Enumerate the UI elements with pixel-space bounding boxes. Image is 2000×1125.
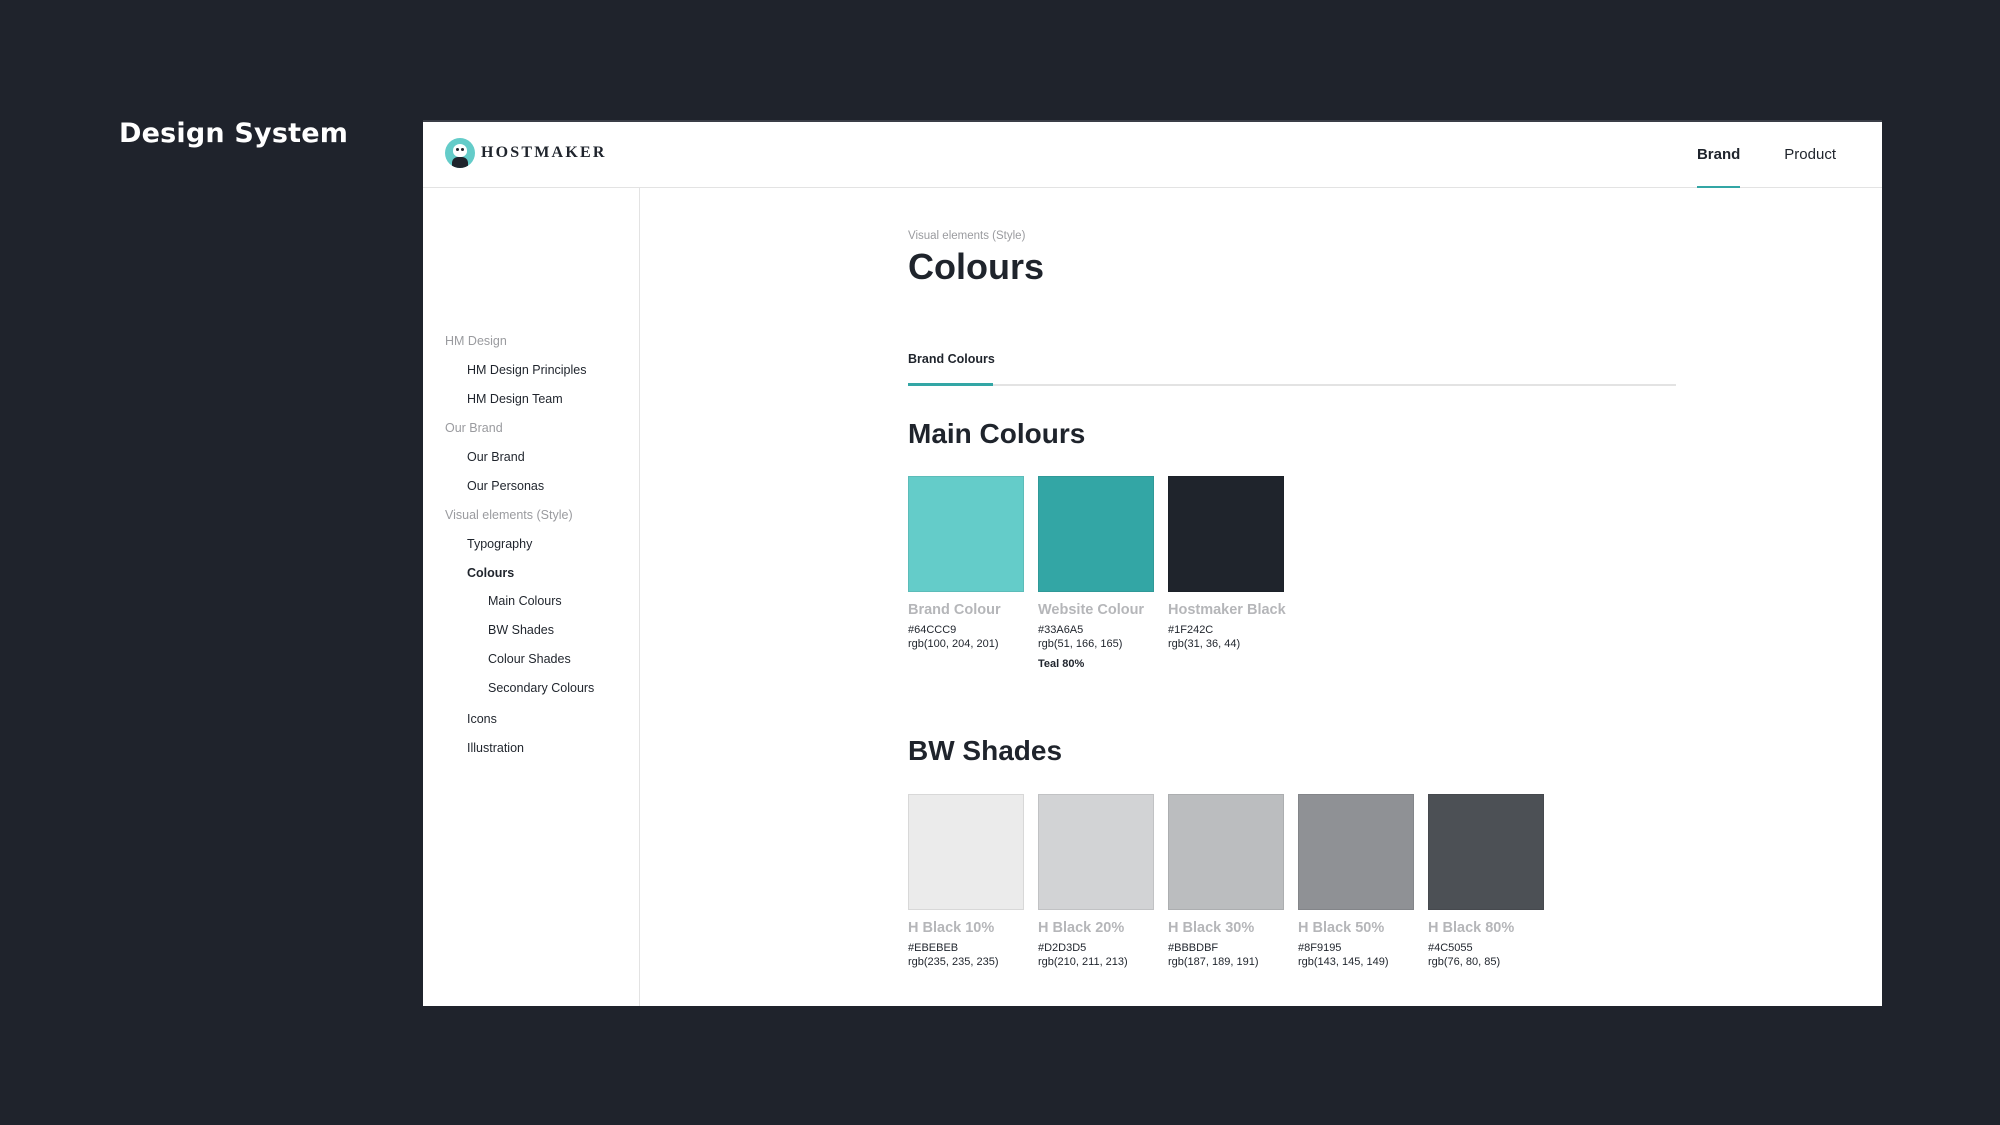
swatch-hex: #1F242C [1168,624,1214,636]
swatch-note: Teal 80% [1038,658,1085,670]
swatch-name: H Black 30% [1168,920,1255,936]
design-system-window: HOSTMAKER Brand Product HM Design HM Des… [423,120,1882,1006]
swatch-website-colour: Website Colour #33A6A5 rgb(51, 166, 165)… [1038,476,1154,670]
logo-text: HOSTMAKER [481,144,607,161]
sidebar-item-hm-design-team[interactable]: HM Design Team [467,392,563,406]
swatch-hex: #8F9195 [1298,942,1342,954]
tabs-divider [908,384,1676,386]
swatch-name: Website Colour [1038,602,1145,618]
content-heading: Colours [908,246,1045,287]
swatch-name: H Black 50% [1298,920,1385,936]
swatch-name: H Black 80% [1428,920,1515,936]
swatch-rgb: rgb(143, 145, 149) [1298,956,1389,968]
sidebar-group-visual-elements[interactable]: Visual elements (Style) [445,508,573,522]
main-colours-row: Brand Colour #64CCC9 rgb(100, 204, 201) … [908,476,1298,670]
swatch-h-black-10: H Black 10% #EBEBEB rgb(235, 235, 235) [908,794,1024,968]
swatch-rgb: rgb(31, 36, 44) [1168,638,1241,650]
sidebar-item-our-personas[interactable]: Our Personas [467,479,544,493]
sidebar: HM Design HM Design Principles HM Design… [423,188,640,1006]
swatch-h-black-50: H Black 50% #8F9195 rgb(143, 145, 149) [1298,794,1414,968]
hostmaker-logo[interactable]: HOSTMAKER [445,138,607,168]
swatch-h-black-80: H Black 80% #4C5055 rgb(76, 80, 85) [1428,794,1544,968]
sidebar-subitem-colour-shades[interactable]: Colour Shades [488,652,571,666]
swatch-hex: #4C5055 [1428,942,1473,954]
sidebar-group-our-brand[interactable]: Our Brand [445,421,503,435]
colour-swatch [908,794,1024,910]
swatch-rgb: rgb(210, 211, 213) [1038,956,1128,968]
swatch-hex: #33A6A5 [1038,624,1084,636]
swatch-hex: #BBBDBF [1168,942,1219,954]
logo-mascot-icon [445,138,475,168]
sidebar-group-hm-design[interactable]: HM Design [445,334,507,348]
nav-brand[interactable]: Brand [1696,122,1741,188]
swatch-hex: #64CCC9 [908,624,957,636]
swatch-name: Hostmaker Black [1168,602,1286,618]
section-title-bw-shades: BW Shades [908,735,1063,766]
swatch-h-black-30: H Black 30% #BBBDBF rgb(187, 189, 191) [1168,794,1284,968]
swatch-rgb: rgb(76, 80, 85) [1428,956,1501,968]
swatch-hex: #EBEBEB [908,942,959,954]
colour-swatch [1168,476,1284,592]
swatch-rgb: rgb(187, 189, 191) [1168,956,1259,968]
breadcrumb[interactable]: Visual elements (Style) [908,230,1025,242]
sidebar-subitem-bw-shades[interactable]: BW Shades [488,623,554,637]
swatch-rgb: rgb(235, 235, 235) [908,956,999,968]
colour-swatch [1298,794,1414,910]
sidebar-item-icons[interactable]: Icons [467,712,497,726]
tab-brand-colours[interactable]: Brand Colours [908,352,995,366]
colour-swatch [908,476,1024,592]
sidebar-item-colours[interactable]: Colours [467,566,514,580]
sidebar-item-illustration[interactable]: Illustration [467,741,524,755]
colour-swatch [1428,794,1544,910]
colour-swatch [1038,794,1154,910]
sidebar-item-typography[interactable]: Typography [467,537,532,551]
swatch-hex: #D2D3D5 [1038,942,1087,954]
top-nav: Brand Product [1653,122,1836,188]
swatch-hostmaker-black: Hostmaker Black #1F242C rgb(31, 36, 44) [1168,476,1286,670]
swatch-rgb: rgb(51, 166, 165) [1038,638,1123,650]
swatch-name: Brand Colour [908,602,1001,618]
swatch-name: H Black 20% [1038,920,1125,936]
nav-product[interactable]: Product [1784,122,1836,188]
swatch-name: H Black 10% [908,920,995,936]
sidebar-item-hm-design-principles[interactable]: HM Design Principles [467,363,586,377]
section-title-main-colours: Main Colours [908,418,1086,449]
colour-swatch [1038,476,1154,592]
sidebar-item-our-brand[interactable]: Our Brand [467,450,525,464]
page-title: Design System [119,118,349,149]
bw-shades-row: H Black 10% #EBEBEB rgb(235, 235, 235) H… [908,794,1558,968]
colour-swatch [1168,794,1284,910]
active-tab-indicator [908,383,993,386]
top-bar: HOSTMAKER Brand Product [423,122,1882,188]
swatch-brand-colour: Brand Colour #64CCC9 rgb(100, 204, 201) [908,476,1024,670]
sidebar-subitem-secondary-colours[interactable]: Secondary Colours [488,681,594,695]
swatch-h-black-20: H Black 20% #D2D3D5 rgb(210, 211, 213) [1038,794,1154,968]
swatch-rgb: rgb(100, 204, 201) [908,638,999,650]
sidebar-subitem-main-colours[interactable]: Main Colours [488,594,562,608]
